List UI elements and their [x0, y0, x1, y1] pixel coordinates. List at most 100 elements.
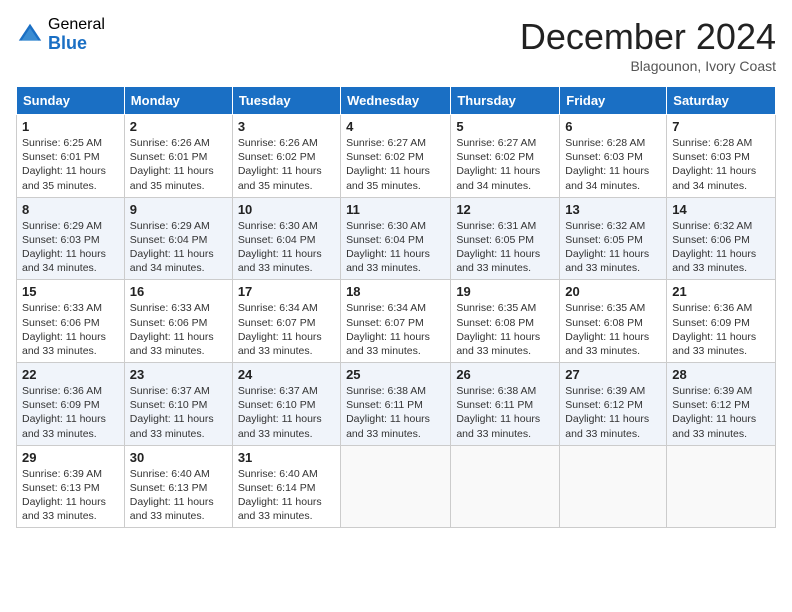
day-number: 8: [22, 202, 119, 217]
day-info: Sunrise: 6:29 AMSunset: 6:04 PMDaylight:…: [130, 220, 214, 275]
calendar-cell: 29 Sunrise: 6:39 AMSunset: 6:13 PMDayligh…: [17, 445, 125, 528]
calendar-cell: 20 Sunrise: 6:35 AMSunset: 6:08 PMDayligh…: [560, 280, 667, 363]
day-info: Sunrise: 6:36 AMSunset: 6:09 PMDaylight:…: [22, 385, 106, 440]
calendar-header: SundayMondayTuesdayWednesdayThursdayFrid…: [17, 87, 776, 115]
day-info: Sunrise: 6:38 AMSunset: 6:11 PMDaylight:…: [346, 385, 430, 440]
day-number: 23: [130, 367, 227, 382]
day-number: 2: [130, 119, 227, 134]
day-number: 13: [565, 202, 661, 217]
day-info: Sunrise: 6:36 AMSunset: 6:09 PMDaylight:…: [672, 302, 756, 357]
day-info: Sunrise: 6:27 AMSunset: 6:02 PMDaylight:…: [346, 137, 430, 192]
day-info: Sunrise: 6:29 AMSunset: 6:03 PMDaylight:…: [22, 220, 106, 275]
day-number: 11: [346, 202, 445, 217]
calendar-body: 1Sunrise: 6:25 AMSunset: 6:01 PMDaylight…: [17, 115, 776, 528]
calendar-cell: 8 Sunrise: 6:29 AMSunset: 6:03 PMDaylight…: [17, 197, 125, 280]
day-info: Sunrise: 6:35 AMSunset: 6:08 PMDaylight:…: [565, 302, 649, 357]
day-number: 30: [130, 450, 227, 465]
calendar-cell: 11 Sunrise: 6:30 AMSunset: 6:04 PMDayligh…: [341, 197, 451, 280]
day-info: Sunrise: 6:40 AMSunset: 6:13 PMDaylight:…: [130, 468, 214, 523]
day-info: Sunrise: 6:40 AMSunset: 6:14 PMDaylight:…: [238, 468, 322, 523]
calendar-cell: 31 Sunrise: 6:40 AMSunset: 6:14 PMDayligh…: [232, 445, 340, 528]
day-info: Sunrise: 6:26 AMSunset: 6:02 PMDaylight:…: [238, 137, 322, 192]
header-row: SundayMondayTuesdayWednesdayThursdayFrid…: [17, 87, 776, 115]
calendar-cell: [341, 445, 451, 528]
page-header: General Blue December 2024 Blagounon, Iv…: [16, 16, 776, 74]
day-number: 25: [346, 367, 445, 382]
day-info: Sunrise: 6:34 AMSunset: 6:07 PMDaylight:…: [238, 302, 322, 357]
day-info: Sunrise: 6:30 AMSunset: 6:04 PMDaylight:…: [346, 220, 430, 275]
day-info: Sunrise: 6:35 AMSunset: 6:08 PMDaylight:…: [456, 302, 540, 357]
day-header-tuesday: Tuesday: [232, 87, 340, 115]
day-number: 31: [238, 450, 335, 465]
logo-blue: Blue: [48, 34, 105, 54]
calendar-cell: [451, 445, 560, 528]
day-number: 7: [672, 119, 770, 134]
calendar-cell: 6Sunrise: 6:28 AMSunset: 6:03 PMDaylight…: [560, 115, 667, 198]
calendar-cell: 10 Sunrise: 6:30 AMSunset: 6:04 PMDayligh…: [232, 197, 340, 280]
day-info: Sunrise: 6:32 AMSunset: 6:05 PMDaylight:…: [565, 220, 649, 275]
calendar-cell: 28Sunrise: 6:39 AMSunset: 6:12 PMDayligh…: [667, 363, 776, 446]
day-info: Sunrise: 6:27 AMSunset: 6:02 PMDaylight:…: [456, 137, 540, 192]
day-number: 17: [238, 284, 335, 299]
calendar-cell: 13 Sunrise: 6:32 AMSunset: 6:05 PMDayligh…: [560, 197, 667, 280]
calendar-cell: 25 Sunrise: 6:38 AMSunset: 6:11 PMDayligh…: [341, 363, 451, 446]
day-info: Sunrise: 6:28 AMSunset: 6:03 PMDaylight:…: [672, 137, 756, 192]
day-number: 16: [130, 284, 227, 299]
calendar-cell: 7 Sunrise: 6:28 AMSunset: 6:03 PMDaylight…: [667, 115, 776, 198]
month-title: December 2024: [520, 16, 776, 58]
day-number: 9: [130, 202, 227, 217]
calendar-week-4: 22 Sunrise: 6:36 AMSunset: 6:09 PMDayligh…: [17, 363, 776, 446]
day-info: Sunrise: 6:30 AMSunset: 6:04 PMDaylight:…: [238, 220, 322, 275]
calendar-cell: 15 Sunrise: 6:33 AMSunset: 6:06 PMDayligh…: [17, 280, 125, 363]
day-number: 20: [565, 284, 661, 299]
calendar-week-3: 15 Sunrise: 6:33 AMSunset: 6:06 PMDayligh…: [17, 280, 776, 363]
day-number: 27: [565, 367, 661, 382]
day-info: Sunrise: 6:39 AMSunset: 6:12 PMDaylight:…: [565, 385, 649, 440]
calendar-cell: 23 Sunrise: 6:37 AMSunset: 6:10 PMDayligh…: [124, 363, 232, 446]
day-number: 28: [672, 367, 770, 382]
day-header-sunday: Sunday: [17, 87, 125, 115]
title-block: December 2024 Blagounon, Ivory Coast: [520, 16, 776, 74]
day-header-wednesday: Wednesday: [341, 87, 451, 115]
day-number: 15: [22, 284, 119, 299]
calendar-week-1: 1Sunrise: 6:25 AMSunset: 6:01 PMDaylight…: [17, 115, 776, 198]
day-number: 10: [238, 202, 335, 217]
day-header-friday: Friday: [560, 87, 667, 115]
day-info: Sunrise: 6:37 AMSunset: 6:10 PMDaylight:…: [238, 385, 322, 440]
day-info: Sunrise: 6:34 AMSunset: 6:07 PMDaylight:…: [346, 302, 430, 357]
calendar-week-5: 29 Sunrise: 6:39 AMSunset: 6:13 PMDayligh…: [17, 445, 776, 528]
calendar-cell: 9 Sunrise: 6:29 AMSunset: 6:04 PMDaylight…: [124, 197, 232, 280]
day-info: Sunrise: 6:33 AMSunset: 6:06 PMDaylight:…: [22, 302, 106, 357]
day-number: 22: [22, 367, 119, 382]
calendar-cell: 26 Sunrise: 6:38 AMSunset: 6:11 PMDayligh…: [451, 363, 560, 446]
day-header-thursday: Thursday: [451, 87, 560, 115]
day-info: Sunrise: 6:38 AMSunset: 6:11 PMDaylight:…: [456, 385, 540, 440]
day-info: Sunrise: 6:39 AMSunset: 6:13 PMDaylight:…: [22, 468, 106, 523]
location-subtitle: Blagounon, Ivory Coast: [520, 58, 776, 74]
day-number: 4: [346, 119, 445, 134]
day-number: 26: [456, 367, 554, 382]
logo-icon: [16, 21, 44, 49]
calendar-cell: 19Sunrise: 6:35 AMSunset: 6:08 PMDayligh…: [451, 280, 560, 363]
day-info: Sunrise: 6:32 AMSunset: 6:06 PMDaylight:…: [672, 220, 756, 275]
calendar-cell: 16 Sunrise: 6:33 AMSunset: 6:06 PMDayligh…: [124, 280, 232, 363]
calendar-cell: 5Sunrise: 6:27 AMSunset: 6:02 PMDaylight…: [451, 115, 560, 198]
calendar-cell: [667, 445, 776, 528]
day-header-saturday: Saturday: [667, 87, 776, 115]
day-info: Sunrise: 6:31 AMSunset: 6:05 PMDaylight:…: [456, 220, 540, 275]
day-number: 12: [456, 202, 554, 217]
calendar-cell: [560, 445, 667, 528]
day-number: 24: [238, 367, 335, 382]
calendar-cell: 30 Sunrise: 6:40 AMSunset: 6:13 PMDayligh…: [124, 445, 232, 528]
day-number: 3: [238, 119, 335, 134]
calendar-cell: 18Sunrise: 6:34 AMSunset: 6:07 PMDayligh…: [341, 280, 451, 363]
day-info: Sunrise: 6:33 AMSunset: 6:06 PMDaylight:…: [130, 302, 214, 357]
calendar-table: SundayMondayTuesdayWednesdayThursdayFrid…: [16, 86, 776, 528]
calendar-cell: 4 Sunrise: 6:27 AMSunset: 6:02 PMDaylight…: [341, 115, 451, 198]
calendar-cell: 12 Sunrise: 6:31 AMSunset: 6:05 PMDayligh…: [451, 197, 560, 280]
day-info: Sunrise: 6:37 AMSunset: 6:10 PMDaylight:…: [130, 385, 214, 440]
day-info: Sunrise: 6:25 AMSunset: 6:01 PMDaylight:…: [22, 137, 106, 192]
calendar-cell: 14Sunrise: 6:32 AMSunset: 6:06 PMDayligh…: [667, 197, 776, 280]
day-number: 29: [22, 450, 119, 465]
calendar-cell: 22 Sunrise: 6:36 AMSunset: 6:09 PMDayligh…: [17, 363, 125, 446]
